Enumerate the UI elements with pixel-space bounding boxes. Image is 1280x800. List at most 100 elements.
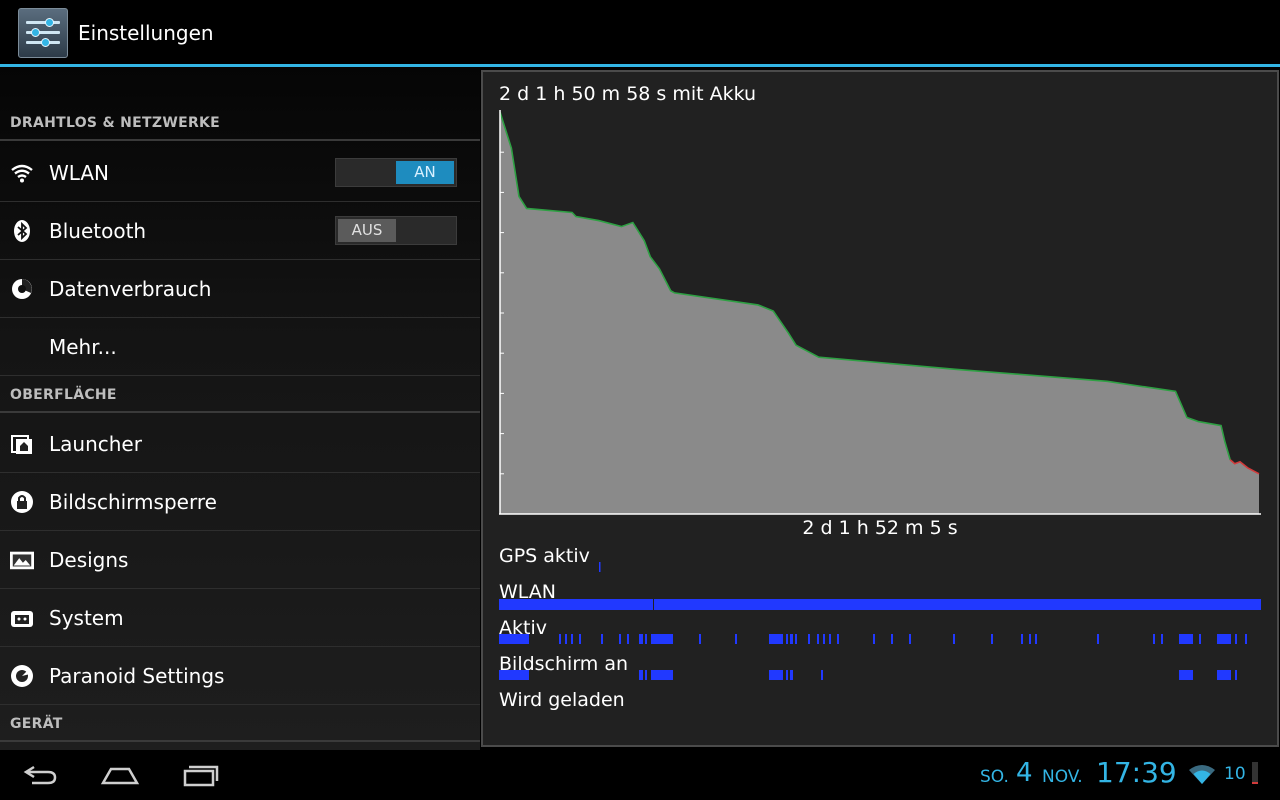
- sidebar-item-label: Paranoid Settings: [49, 664, 225, 688]
- wlan-track-segment: [654, 599, 1261, 610]
- awake-track-segment: [953, 634, 955, 644]
- awake-track-segment: [1153, 634, 1155, 644]
- lock-icon: [11, 491, 33, 513]
- bluetooth-toggle[interactable]: AUS: [335, 216, 457, 245]
- page-title: Einstellungen: [78, 21, 214, 45]
- action-bar: Einstellungen: [0, 0, 1280, 67]
- awake-track-segment: [651, 634, 673, 644]
- status-area[interactable]: SO. 4 NOV. 17:39 10: [980, 750, 1280, 800]
- awake-track-segment: [601, 634, 603, 644]
- awake-track-segment: [1097, 634, 1099, 644]
- awake-track-segment: [699, 634, 701, 644]
- screen-on-track-segment: [769, 670, 783, 680]
- awake-track-segment: [1199, 634, 1201, 644]
- awake-track-segment: [639, 634, 643, 644]
- awake-track-segment: [627, 634, 629, 644]
- awake-track-segment: [837, 634, 839, 644]
- awake-track-segment: [645, 634, 647, 644]
- battery-level-chart: [499, 110, 1261, 515]
- awake-track-segment: [790, 634, 793, 644]
- sidebar-item-label: Bluetooth: [49, 219, 147, 243]
- awake-track-segment: [619, 634, 621, 644]
- awake-track-segment: [1035, 634, 1037, 644]
- awake-track-segment: [817, 634, 819, 644]
- sidebar-item-bluetooth[interactable]: Bluetooth AUS: [0, 202, 480, 260]
- back-button-icon[interactable]: [22, 760, 60, 790]
- awake-track-segment: [559, 634, 561, 644]
- awake-track-segment: [1245, 634, 1247, 644]
- awake-track-segment: [891, 634, 893, 644]
- battery-duration-label: 2 d 1 h 50 m 58 s mit Akku: [499, 83, 757, 105]
- launcher-icon: [11, 435, 32, 454]
- battery-icon: [1252, 762, 1258, 784]
- sidebar-item-label: Designs: [49, 548, 129, 572]
- sidebar-item-label: Mehr...: [49, 335, 117, 359]
- sidebar-item-label: WLAN: [49, 161, 110, 185]
- recent-apps-button-icon[interactable]: [182, 760, 220, 790]
- wlan-toggle[interactable]: AN: [335, 158, 457, 187]
- battery-area-fill: [500, 112, 1259, 514]
- date-weekday: SO.: [980, 767, 1009, 787]
- sidebar-item-lockscreen[interactable]: Bildschirmsperre: [0, 473, 480, 531]
- sidebar-item-launcher[interactable]: Launcher: [0, 415, 480, 473]
- awake-track-segment: [1217, 634, 1231, 644]
- track-label-charging: Wird geladen: [499, 689, 625, 711]
- awake-track-segment: [571, 634, 573, 644]
- screen-on-track-segment: [639, 670, 643, 680]
- sidebar-item-paranoid-settings[interactable]: Paranoid Settings: [0, 647, 480, 705]
- data-usage-icon: [12, 279, 32, 299]
- wifi-signal-icon: [1189, 765, 1215, 784]
- awake-track-segment: [786, 634, 788, 644]
- awake-track-segment: [795, 634, 797, 644]
- sidebar-item-wlan[interactable]: WLAN AN: [0, 144, 480, 202]
- awake-track-segment: [991, 634, 993, 644]
- paranoid-android-icon: [11, 665, 33, 687]
- system-navigation-bar: SO. 4 NOV. 17:39 10: [0, 750, 1280, 800]
- screen-on-track-segment: [790, 670, 793, 680]
- settings-list[interactable]: DRAHTLOS & NETZWERKE WLAN AN Bluetooth A…: [0, 67, 480, 750]
- awake-track-segment: [1021, 634, 1023, 644]
- screen-on-track-segment: [1217, 670, 1231, 680]
- wlan-toggle-state: AN: [396, 161, 454, 184]
- awake-track-segment: [829, 634, 831, 644]
- themes-icon: [10, 551, 34, 570]
- awake-track-segment: [823, 634, 825, 644]
- awake-track-segment: [909, 634, 911, 644]
- awake-track-segment: [769, 634, 783, 644]
- chart-x-axis-label: 2 d 1 h 52 m 5 s: [802, 517, 958, 539]
- screen-on-track-segment: [1235, 670, 1237, 680]
- section-header-wireless: DRAHTLOS & NETZWERKE: [0, 103, 480, 141]
- awake-track-segment: [1029, 634, 1031, 644]
- gps-track-segment: [599, 562, 601, 572]
- home-button-icon[interactable]: [100, 760, 140, 790]
- awake-track-segment: [873, 634, 875, 644]
- date-month: NOV.: [1042, 767, 1083, 787]
- date-day: 4: [1016, 758, 1033, 788]
- settings-app-icon[interactable]: [18, 8, 68, 58]
- screen-on-track-segment: [499, 670, 529, 680]
- sidebar-item-data-usage[interactable]: Datenverbrauch: [0, 260, 480, 318]
- awake-track-segment: [565, 634, 567, 644]
- system-android-icon: [11, 611, 33, 627]
- sidebar-item-label: Bildschirmsperre: [49, 490, 217, 514]
- screen-on-track-segment: [821, 670, 823, 680]
- awake-track-segment: [1161, 634, 1163, 644]
- sidebar-item-more[interactable]: Mehr...: [0, 318, 480, 376]
- section-header-interface: OBERFLÄCHE: [0, 375, 480, 413]
- sidebar-item-system[interactable]: System: [0, 589, 480, 647]
- sidebar-item-label: System: [49, 606, 124, 630]
- section-header-device: GERÄT: [0, 704, 480, 742]
- bluetooth-toggle-state: AUS: [338, 219, 396, 242]
- sidebar-item-themes[interactable]: Designs: [0, 531, 480, 589]
- awake-track-segment: [808, 634, 810, 644]
- screen-on-track-segment: [1179, 670, 1193, 680]
- sidebar-item-label: Datenverbrauch: [49, 277, 212, 301]
- sidebar-item-label: Launcher: [49, 432, 142, 456]
- screen-on-track-segment: [786, 670, 788, 680]
- wlan-track-segment: [499, 599, 653, 610]
- activity-tracks: [499, 562, 1261, 680]
- battery-percentage: 10: [1224, 764, 1246, 784]
- wifi-icon: [11, 164, 33, 183]
- awake-track-segment: [1179, 634, 1193, 644]
- screen-on-track-segment: [645, 670, 647, 680]
